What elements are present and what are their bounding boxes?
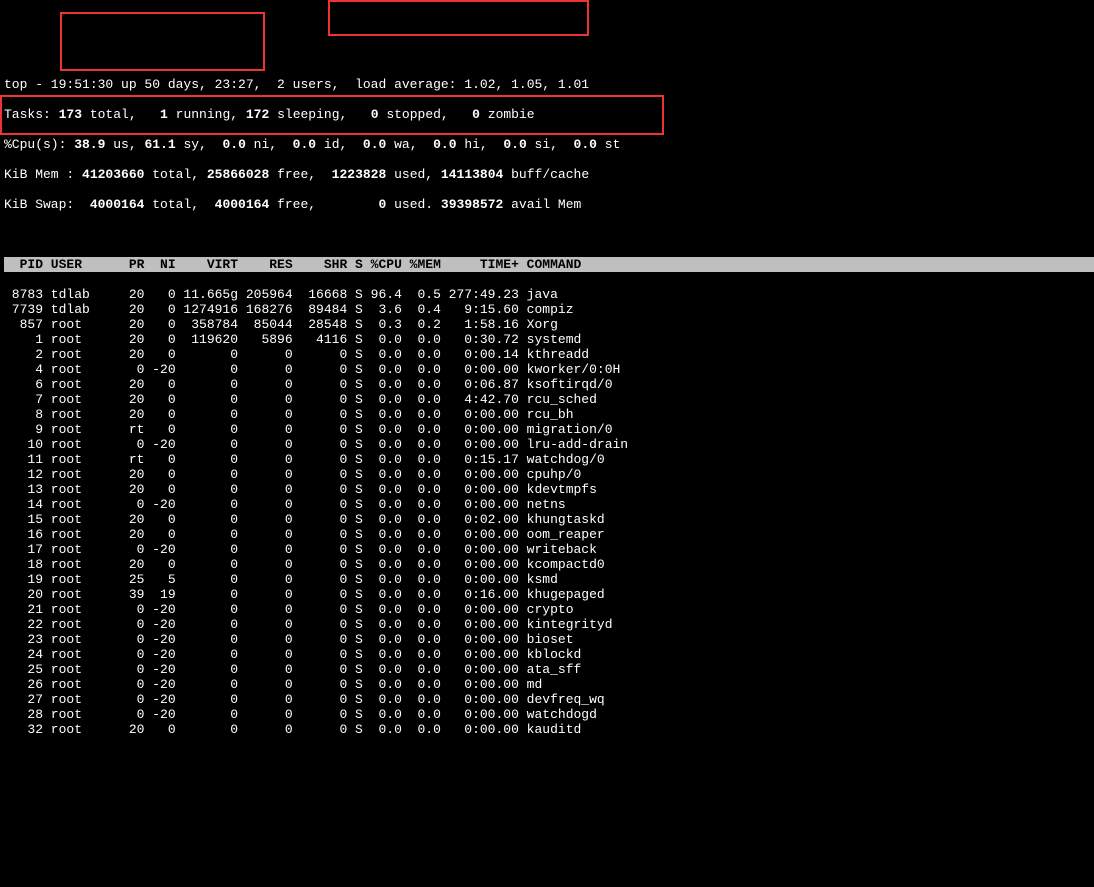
- process-row: 32 root 20 0 0 0 0 S 0.0 0.0 0:00.00 kau…: [4, 722, 1094, 737]
- process-row: 9 root rt 0 0 0 0 S 0.0 0.0 0:00.00 migr…: [4, 422, 1094, 437]
- process-row: 11 root rt 0 0 0 0 S 0.0 0.0 0:15.17 wat…: [4, 452, 1094, 467]
- process-row: 28 root 0 -20 0 0 0 S 0.0 0.0 0:00.00 wa…: [4, 707, 1094, 722]
- process-row: 13 root 20 0 0 0 0 S 0.0 0.0 0:00.00 kde…: [4, 482, 1094, 497]
- summary-line-3: %Cpu(s): 38.9 us, 61.1 sy, 0.0 ni, 0.0 i…: [4, 137, 1094, 152]
- summary-line-5: KiB Swap: 4000164 total, 4000164 free, 0…: [4, 197, 1094, 212]
- process-row: 24 root 0 -20 0 0 0 S 0.0 0.0 0:00.00 kb…: [4, 647, 1094, 662]
- blank-line: [4, 227, 1094, 242]
- process-row: 12 root 20 0 0 0 0 S 0.0 0.0 0:00.00 cpu…: [4, 467, 1094, 482]
- process-row: 17 root 0 -20 0 0 0 S 0.0 0.0 0:00.00 wr…: [4, 542, 1094, 557]
- process-row: 19 root 25 5 0 0 0 S 0.0 0.0 0:00.00 ksm…: [4, 572, 1094, 587]
- process-row: 8 root 20 0 0 0 0 S 0.0 0.0 0:00.00 rcu_…: [4, 407, 1094, 422]
- process-row: 4 root 0 -20 0 0 0 S 0.0 0.0 0:00.00 kwo…: [4, 362, 1094, 377]
- process-row: 22 root 0 -20 0 0 0 S 0.0 0.0 0:00.00 ki…: [4, 617, 1094, 632]
- process-row: 23 root 0 -20 0 0 0 S 0.0 0.0 0:00.00 bi…: [4, 632, 1094, 647]
- process-row: 7739 tdlab 20 0 1274916 168276 89484 S 3…: [4, 302, 1094, 317]
- process-row: 10 root 0 -20 0 0 0 S 0.0 0.0 0:00.00 lr…: [4, 437, 1094, 452]
- process-row: 1 root 20 0 119620 5896 4116 S 0.0 0.0 0…: [4, 332, 1094, 347]
- process-table-header: PID USER PR NI VIRT RES SHR S %CPU %MEM …: [4, 257, 1094, 272]
- summary-line-1: top - 19:51:30 up 50 days, 23:27, 2 user…: [4, 77, 1094, 92]
- process-row: 25 root 0 -20 0 0 0 S 0.0 0.0 0:00.00 at…: [4, 662, 1094, 677]
- process-row: 20 root 39 19 0 0 0 S 0.0 0.0 0:16.00 kh…: [4, 587, 1094, 602]
- process-row: 27 root 0 -20 0 0 0 S 0.0 0.0 0:00.00 de…: [4, 692, 1094, 707]
- summary-line-4: KiB Mem : 41203660 total, 25866028 free,…: [4, 167, 1094, 182]
- process-row: 2 root 20 0 0 0 0 S 0.0 0.0 0:00.14 kthr…: [4, 347, 1094, 362]
- process-row: 26 root 0 -20 0 0 0 S 0.0 0.0 0:00.00 md: [4, 677, 1094, 692]
- process-row: 16 root 20 0 0 0 0 S 0.0 0.0 0:00.00 oom…: [4, 527, 1094, 542]
- terminal-output: top - 19:51:30 up 50 days, 23:27, 2 user…: [0, 60, 1094, 752]
- process-row: 18 root 20 0 0 0 0 S 0.0 0.0 0:00.00 kco…: [4, 557, 1094, 572]
- process-row: 6 root 20 0 0 0 0 S 0.0 0.0 0:06.87 ksof…: [4, 377, 1094, 392]
- process-row: 7 root 20 0 0 0 0 S 0.0 0.0 4:42.70 rcu_…: [4, 392, 1094, 407]
- process-table-body: 8783 tdlab 20 0 11.665g 205964 16668 S 9…: [4, 287, 1094, 737]
- process-row: 21 root 0 -20 0 0 0 S 0.0 0.0 0:00.00 cr…: [4, 602, 1094, 617]
- annotation-box-1: [328, 0, 589, 36]
- process-row: 857 root 20 0 358784 85044 28548 S 0.3 0…: [4, 317, 1094, 332]
- process-row: 14 root 0 -20 0 0 0 S 0.0 0.0 0:00.00 ne…: [4, 497, 1094, 512]
- process-row: 15 root 20 0 0 0 0 S 0.0 0.0 0:02.00 khu…: [4, 512, 1094, 527]
- process-row: 8783 tdlab 20 0 11.665g 205964 16668 S 9…: [4, 287, 1094, 302]
- summary-line-2: Tasks: 173 total, 1 running, 172 sleepin…: [4, 107, 1094, 122]
